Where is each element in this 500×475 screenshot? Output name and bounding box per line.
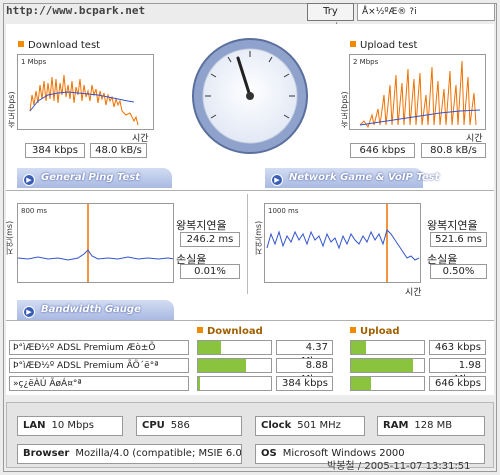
upload-value: 463 kbps xyxy=(429,340,486,355)
footer-signature: 박봉철 / 2005-11-07 13:31:51 xyxy=(327,461,471,472)
arrow-icon: ▶ xyxy=(23,174,35,186)
upload-bar xyxy=(350,376,425,391)
lan-info: LAN 10 Mbps xyxy=(17,416,123,436)
ping-loss-box: 0.01% xyxy=(180,264,240,279)
site-url: http://www.bcpark.net xyxy=(6,4,146,17)
divider xyxy=(247,194,248,294)
ping-graph: 800 ms xyxy=(17,203,174,283)
download-bar-fill xyxy=(198,377,201,390)
download-bar-fill xyxy=(198,359,247,372)
ram-info: RAM 128 MB xyxy=(377,416,485,436)
upload-value: 646 kbps xyxy=(429,376,486,391)
arrow-icon: ▶ xyxy=(23,306,35,318)
bullet-icon xyxy=(350,327,356,333)
upload-bar xyxy=(350,340,425,355)
gauge-row-name: Þ°ìÆÐ½º ADSL Premium Æò±Õ xyxy=(9,340,189,355)
status-field: Å×½ºÆ® ?i xyxy=(357,3,495,21)
tab-general-ping[interactable]: ▶ General Ping Test xyxy=(17,168,172,188)
upload-kbps-box: 646 kbps xyxy=(350,143,415,158)
bullet-icon xyxy=(18,41,24,47)
download-bar xyxy=(197,340,272,355)
bullet-icon xyxy=(350,41,356,47)
divider xyxy=(6,190,494,191)
upload-bar-fill xyxy=(351,359,414,372)
gauge-row-name: »ç¿ëÀÚ ÃøÁ¤°ª xyxy=(9,376,189,391)
upload-bar xyxy=(350,358,425,373)
arrow-icon: ▶ xyxy=(271,174,283,186)
download-bar-fill xyxy=(198,341,222,354)
game-loss-box: 0.50% xyxy=(430,264,487,279)
download-value: 384 kbps xyxy=(276,376,333,391)
try-again-button[interactable]: Try again xyxy=(307,3,354,33)
ping-axis-label: 지연(ms) xyxy=(5,220,14,255)
speed-dial xyxy=(192,38,308,154)
gauge-download-title: Download xyxy=(197,326,263,337)
upload-bar-fill xyxy=(351,377,372,390)
download-chart xyxy=(29,74,139,126)
upload-bar-fill xyxy=(351,341,366,354)
ping-rtt-box: 246.2 ms xyxy=(180,232,240,247)
upload-speed-line xyxy=(359,60,477,129)
download-bar xyxy=(197,358,272,373)
clock-info: Clock 501 MHz xyxy=(255,416,365,436)
download-kBs-box: 48.0 kB/s xyxy=(90,143,147,158)
game-time-label: 시간 xyxy=(405,288,422,298)
gauge-row-name: Þ°ìÆÐ½º ADSL Premium ÃÖ´ë°ª xyxy=(9,358,189,373)
ping-rtt-label: 왕복지연율 xyxy=(176,219,227,232)
upload-value: 1.98 Mbps xyxy=(429,358,486,385)
download-kbps-box: 384 kbps xyxy=(25,143,85,158)
game-chart xyxy=(266,204,420,282)
game-latency-line xyxy=(266,229,420,261)
upload-graph: 2 Mbps xyxy=(349,54,486,130)
upload-chart xyxy=(359,60,481,129)
gauge-upload-title: Upload xyxy=(350,326,399,337)
download-graph: 1 Mbps xyxy=(17,54,154,130)
download-bar xyxy=(197,376,272,391)
game-rtt-label: 왕복지연율 xyxy=(427,219,478,232)
tab-network-game[interactable]: ▶ Network Game & VoIP Test xyxy=(265,168,439,188)
download-value: 4.37 Mbps xyxy=(276,340,333,367)
cpu-info: CPU 586 xyxy=(136,416,242,436)
upload-test-title: Upload test xyxy=(350,40,417,51)
download-value: 8.88 Mbps xyxy=(276,358,333,385)
game-axis-label: 지연(ms) xyxy=(254,220,263,255)
ping-chart xyxy=(18,204,173,282)
tab-bandwidth-gauge[interactable]: ▶ Bandwidth Gauge xyxy=(17,300,174,320)
divider xyxy=(6,320,494,321)
upload-kBs-box: 80.8 kB/s xyxy=(421,143,486,158)
browser-info: Browser Mozilla/4.0 (compatible; MSIE 6.0 xyxy=(17,444,242,464)
download-axis-label: 속도(bps) xyxy=(7,91,16,128)
game-rtt-box: 521.6 ms xyxy=(430,232,487,247)
download-test-title: Download test xyxy=(18,40,100,51)
game-graph: 1000 ms xyxy=(264,203,421,283)
bullet-icon xyxy=(197,327,203,333)
download-tail-line xyxy=(121,110,139,126)
ping-latency-line xyxy=(18,249,173,261)
